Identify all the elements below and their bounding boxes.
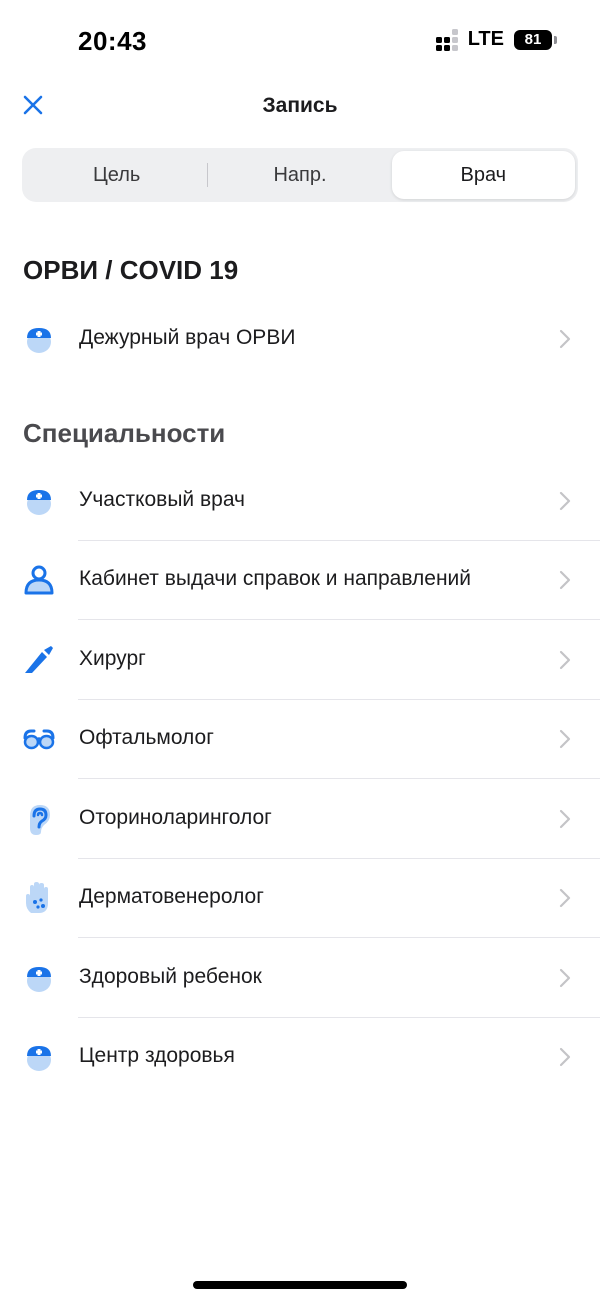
list-item-label: Офтальмолог	[79, 726, 214, 749]
list-item-label: Центр здоровья	[79, 1044, 235, 1067]
page-title: Запись	[262, 94, 338, 117]
list-item-dermatologist[interactable]: Дерматовенеролог	[0, 859, 600, 938]
home-indicator[interactable]	[193, 1281, 407, 1289]
list-item-certificates-office[interactable]: Кабинет выдачи справок и направлений	[0, 541, 600, 620]
chevron-right-icon	[559, 491, 571, 511]
list-item-district-doctor[interactable]: Участковый врач	[0, 462, 600, 541]
list-item-label: Дерматовенеролог	[79, 885, 264, 908]
reception-icon	[24, 565, 54, 595]
doctor-icon	[27, 328, 51, 353]
chevron-right-icon	[559, 329, 571, 349]
divider	[78, 778, 600, 779]
scalpel-icon	[25, 646, 53, 673]
tab-referral[interactable]: Напр.	[208, 151, 391, 199]
list-item-duty-doctor[interactable]: Дежурный врач ОРВИ	[0, 300, 600, 379]
doctor-icon	[27, 1046, 51, 1071]
doctor-icon	[27, 967, 51, 992]
tab-goal[interactable]: Цель	[25, 151, 209, 199]
list-item-healthy-child[interactable]: Здоровый ребенок	[0, 939, 600, 1018]
network-label: LTE	[467, 28, 504, 50]
divider	[78, 937, 600, 938]
list-item-label: Хирург	[79, 647, 146, 670]
status-time: 20:43	[78, 26, 147, 56]
list-item-label: Участковый врач	[79, 488, 245, 511]
glasses-icon	[23, 729, 55, 750]
chevron-right-icon	[559, 968, 571, 988]
list-item-label: Здоровый ребенок	[79, 965, 262, 988]
list-item-label: Оториноларинголог	[79, 806, 272, 829]
list-item-label: Дежурный врач ОРВИ	[79, 326, 296, 349]
nav-bar: Запись	[0, 82, 600, 130]
status-bar: 20:43 LTE 81	[0, 0, 600, 82]
list-item-label: Кабинет выдачи справок и направлений	[79, 567, 472, 590]
list-item-health-center[interactable]: Центр здоровья	[0, 1018, 600, 1097]
chevron-right-icon	[559, 888, 571, 908]
chevron-right-icon	[559, 1047, 571, 1067]
battery-icon: 81	[514, 29, 557, 50]
hand-icon	[26, 882, 48, 913]
section-title-specialties: Специальности	[23, 418, 226, 448]
segmented-control: Цель Напр. Врач	[22, 148, 578, 202]
doctor-icon	[27, 490, 51, 515]
signal-icon	[435, 28, 458, 51]
chevron-right-icon	[559, 570, 571, 590]
chevron-right-icon	[559, 729, 571, 749]
list-item-surgeon[interactable]: Хирург	[0, 621, 600, 700]
battery-level: 81	[524, 31, 542, 48]
list-item-ent[interactable]: Оториноларинголог	[0, 780, 600, 859]
chevron-right-icon	[559, 809, 571, 829]
tab-doctor[interactable]: Врач	[391, 151, 575, 199]
chevron-right-icon	[559, 650, 571, 670]
section-title-covid: ОРВИ / COVID 19	[23, 255, 239, 285]
list-item-ophthalmologist[interactable]: Офтальмолог	[0, 700, 600, 779]
divider	[78, 619, 600, 620]
status-indicators: LTE 81	[435, 28, 557, 51]
ear-icon	[30, 805, 50, 835]
